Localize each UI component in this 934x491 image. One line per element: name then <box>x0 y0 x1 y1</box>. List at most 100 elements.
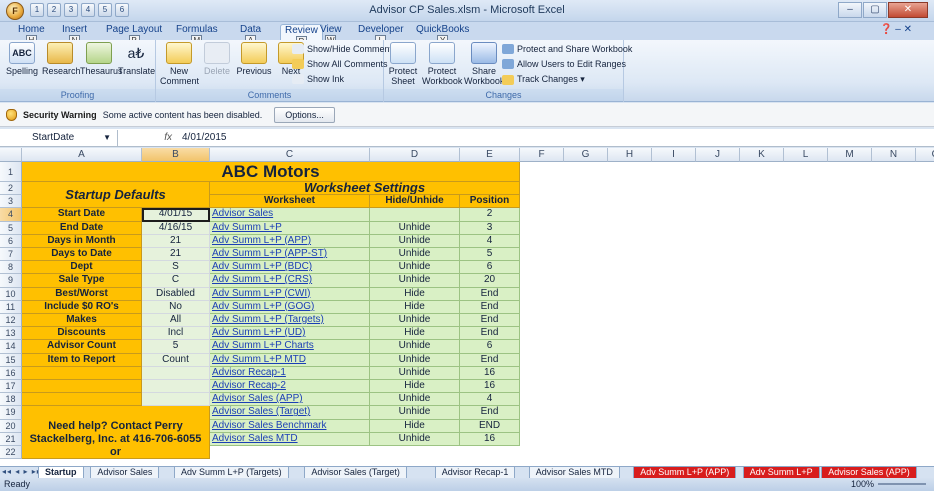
row-header[interactable]: 18 <box>0 393 22 407</box>
translate-button[interactable]: a₺ Translate <box>118 42 155 76</box>
position-cell[interactable]: 16 <box>460 366 520 380</box>
worksheet-link[interactable]: Adv Summ L+P (GOG) <box>210 300 370 314</box>
spelling-button[interactable]: ABC Spelling <box>6 42 38 76</box>
row-header[interactable]: 16 <box>0 366 22 380</box>
worksheet-link[interactable]: Adv Summ L+P Charts <box>210 340 370 354</box>
show-hide-comment-button[interactable]: Show/Hide Comment <box>292 44 392 54</box>
row-header[interactable]: 6 <box>0 234 22 248</box>
position-cell[interactable]: 16 <box>460 432 520 446</box>
worksheet-link[interactable]: Advisor Sales (APP) <box>210 393 370 407</box>
fx-icon[interactable]: fx <box>118 132 178 143</box>
hide-unhide-cell[interactable]: Unhide <box>370 366 460 380</box>
worksheet-link[interactable]: Adv Summ L+P (UD) <box>210 327 370 341</box>
protect-workbook-button[interactable]: Protect Workbook <box>422 42 462 86</box>
hide-unhide-cell[interactable]: Hide <box>370 419 460 433</box>
new-comment-button[interactable]: New Comment <box>160 42 199 86</box>
column-header[interactable]: B <box>142 148 210 162</box>
worksheet-link[interactable]: Advisor Sales Benchmark <box>210 419 370 433</box>
row-header[interactable]: 1 <box>0 162 22 182</box>
worksheet-grid[interactable]: ABCDEFGHIJKLMNO1234567891011121314151617… <box>0 148 934 466</box>
position-cell[interactable]: End <box>460 406 520 420</box>
default-value[interactable]: No <box>142 300 210 314</box>
protect-share-button[interactable]: Protect and Share Workbook <box>502 44 632 54</box>
hide-unhide-cell[interactable]: Unhide <box>370 234 460 248</box>
options-button[interactable]: Options... <box>274 106 335 123</box>
worksheet-link[interactable]: Advisor Recap-1 <box>210 366 370 380</box>
column-header[interactable]: H <box>608 148 652 162</box>
position-cell[interactable]: 5 <box>460 248 520 262</box>
default-value[interactable]: 4/16/15 <box>142 221 210 235</box>
show-ink-button[interactable]: Show Ink <box>292 74 344 84</box>
hide-unhide-cell[interactable]: Unhide <box>370 274 460 288</box>
sheet-nav-arrows[interactable]: ◂◂ ◂ ▸ ▸▸ <box>2 467 42 476</box>
zoom-level[interactable]: 100% <box>851 478 874 491</box>
row-header[interactable]: 7 <box>0 248 22 262</box>
research-button[interactable]: Research <box>42 42 81 76</box>
worksheet-link[interactable]: Adv Summ L+P (BDC) <box>210 261 370 275</box>
column-header[interactable]: E <box>460 148 520 162</box>
default-value[interactable]: 21 <box>142 234 210 248</box>
row-header[interactable]: 4 <box>0 208 22 222</box>
row-header[interactable]: 3 <box>0 195 22 209</box>
position-cell[interactable]: 6 <box>460 340 520 354</box>
worksheet-link[interactable]: Adv Summ L+P (APP) <box>210 234 370 248</box>
worksheet-link[interactable]: Adv Summ L+P (Targets) <box>210 314 370 328</box>
default-value[interactable]: C <box>142 274 210 288</box>
show-all-comments-button[interactable]: Show All Comments <box>292 59 388 69</box>
hide-unhide-cell[interactable] <box>370 208 460 222</box>
worksheet-link[interactable]: Advisor Sales MTD <box>210 432 370 446</box>
position-cell[interactable]: 2 <box>460 208 520 222</box>
minimize-button[interactable]: – <box>838 2 862 18</box>
name-box[interactable]: StartDate ▼ <box>0 129 118 146</box>
column-header[interactable]: I <box>652 148 696 162</box>
position-cell[interactable]: END <box>460 419 520 433</box>
row-header[interactable]: 8 <box>0 261 22 275</box>
share-workbook-button[interactable]: Share Workbook <box>464 42 504 86</box>
position-cell[interactable]: 3 <box>460 221 520 235</box>
hide-unhide-cell[interactable]: Hide <box>370 380 460 394</box>
worksheet-link[interactable]: Advisor Recap-2 <box>210 380 370 394</box>
help-icon[interactable]: ❓ – ✕ <box>880 24 912 35</box>
allow-users-button[interactable]: Allow Users to Edit Ranges <box>502 59 626 69</box>
position-cell[interactable]: End <box>460 300 520 314</box>
row-header[interactable]: 19 <box>0 406 22 420</box>
select-all-corner[interactable] <box>0 148 22 162</box>
row-header[interactable]: 17 <box>0 380 22 394</box>
position-cell[interactable]: End <box>460 287 520 301</box>
zoom-slider[interactable] <box>878 483 926 485</box>
hide-unhide-cell[interactable]: Hide <box>370 287 460 301</box>
default-value[interactable]: 5 <box>142 340 210 354</box>
column-header[interactable]: D <box>370 148 460 162</box>
worksheet-link[interactable]: Advisor Sales <box>210 208 370 222</box>
hide-unhide-cell[interactable]: Unhide <box>370 406 460 420</box>
column-header[interactable]: O <box>916 148 934 162</box>
row-header[interactable]: 20 <box>0 419 22 433</box>
hide-unhide-cell[interactable]: Hide <box>370 300 460 314</box>
position-cell[interactable]: End <box>460 314 520 328</box>
default-value[interactable]: Disabled <box>142 287 210 301</box>
column-header[interactable]: K <box>740 148 784 162</box>
previous-comment-button[interactable]: Previous <box>234 42 274 76</box>
row-header[interactable]: 2 <box>0 182 22 196</box>
column-header[interactable]: F <box>520 148 564 162</box>
worksheet-link[interactable]: Advisor Sales (Target) <box>210 406 370 420</box>
hide-unhide-cell[interactable]: Unhide <box>370 248 460 262</box>
hide-unhide-cell[interactable]: Unhide <box>370 261 460 275</box>
default-value[interactable]: Count <box>142 353 210 367</box>
protect-sheet-button[interactable]: Protect Sheet <box>386 42 420 86</box>
hide-unhide-cell[interactable]: Hide <box>370 327 460 341</box>
hide-unhide-cell[interactable]: Unhide <box>370 432 460 446</box>
formula-input[interactable]: 4/01/2015 <box>178 132 227 143</box>
column-header[interactable]: M <box>828 148 872 162</box>
position-cell[interactable]: End <box>460 353 520 367</box>
row-header[interactable]: 21 <box>0 432 22 446</box>
worksheet-link[interactable]: Adv Summ L+P (APP-ST) <box>210 248 370 262</box>
worksheet-link[interactable]: Adv Summ L+P (CWI) <box>210 287 370 301</box>
column-header[interactable]: N <box>872 148 916 162</box>
thesaurus-button[interactable]: Thesaurus <box>80 42 123 76</box>
position-cell[interactable]: 4 <box>460 234 520 248</box>
default-value[interactable]: S <box>142 261 210 275</box>
row-header[interactable]: 14 <box>0 340 22 354</box>
row-header[interactable]: 22 <box>0 446 22 460</box>
tab-review[interactable]: ReviewR <box>280 24 323 46</box>
